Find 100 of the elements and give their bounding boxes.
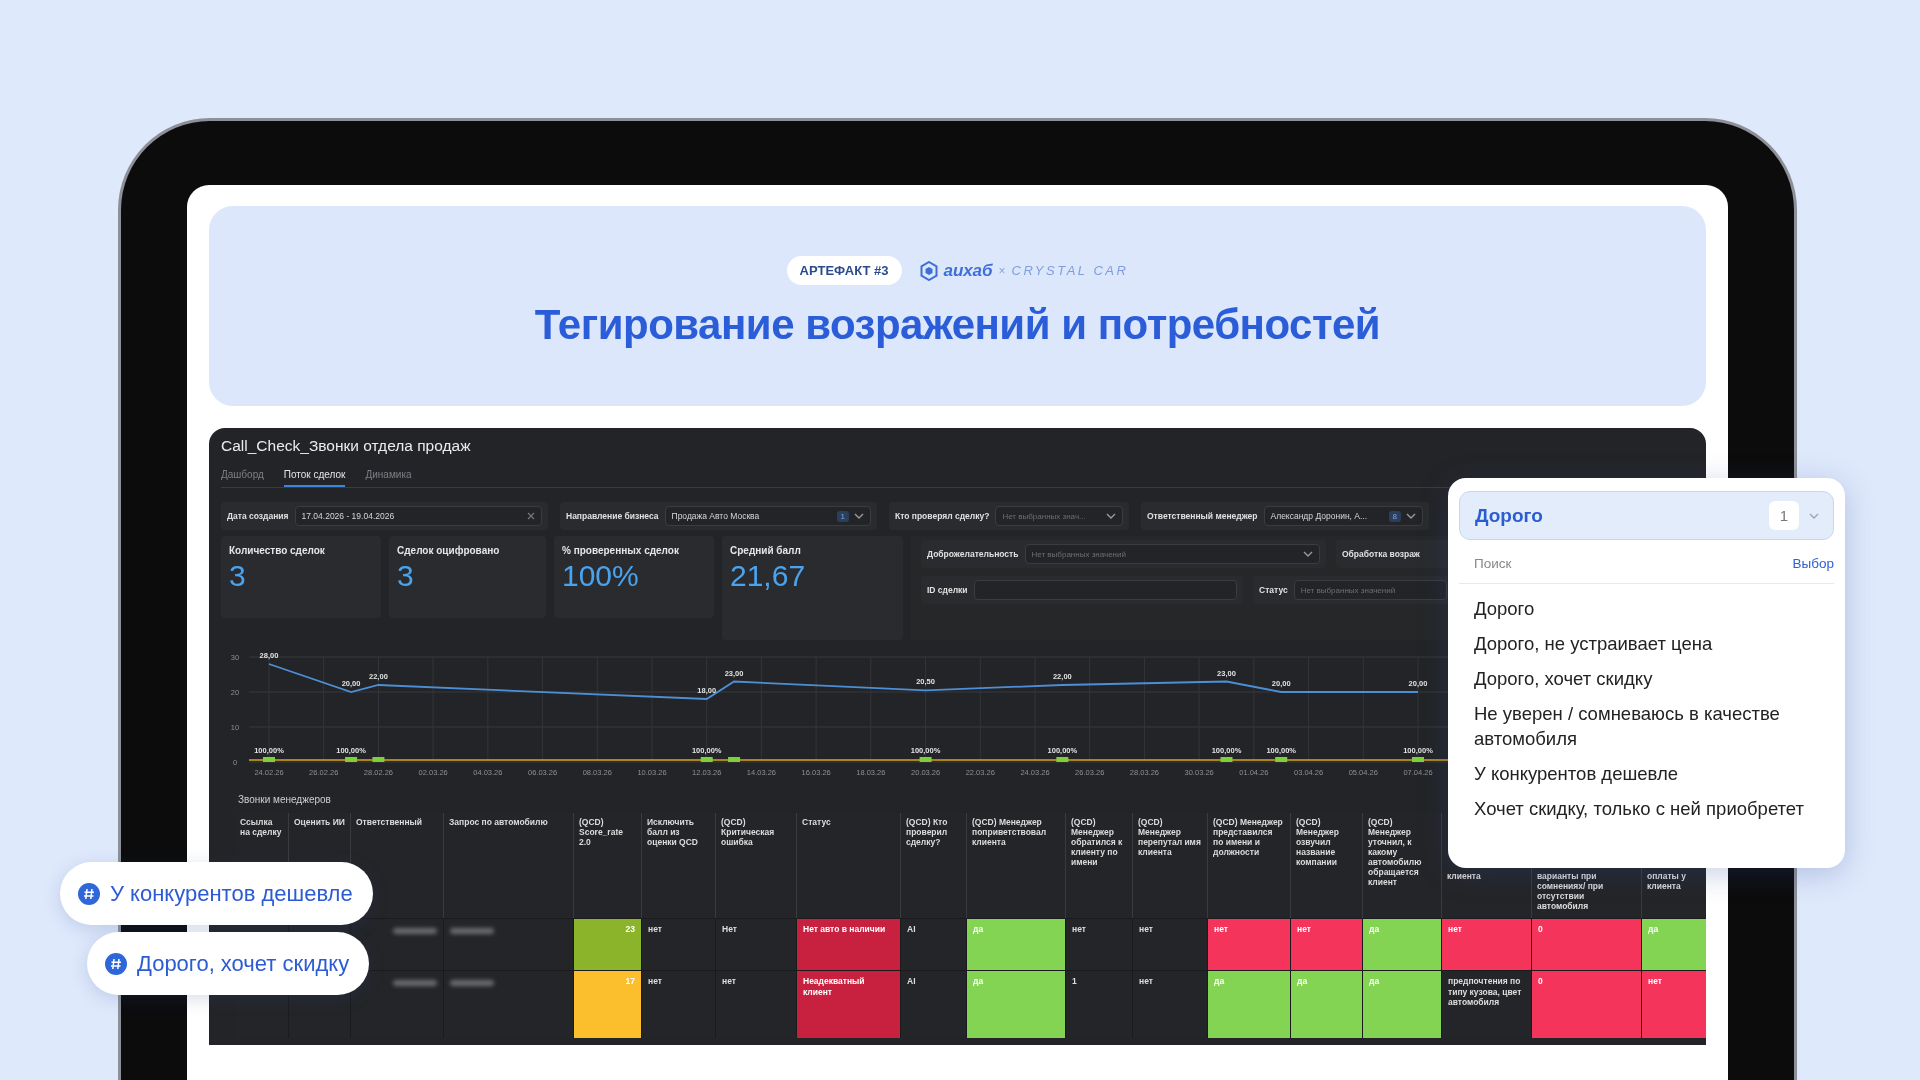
header-text: (QCD) Менеджер представился по имени и должности: [1213, 817, 1283, 857]
filter-label: ID сделки: [927, 585, 968, 595]
tab[interactable]: Дашборд: [221, 464, 264, 487]
header-text: (QCD) Менеджер уточнил, к какому автомобилю обращается клиент: [1368, 817, 1422, 887]
table-cell: AI: [901, 918, 967, 970]
table-cell: нет: [1066, 918, 1133, 970]
header-text: (QCD) Менеджер обратился к клиенту по имени: [1071, 817, 1123, 867]
dropdown-option[interactable]: Дорого, хочет скидку: [1474, 666, 1814, 691]
table-cell: нет: [642, 918, 716, 970]
dropdown-option[interactable]: Хочет скидку, только с ней приобретет: [1474, 796, 1814, 821]
table-cell: нет: [1133, 918, 1208, 970]
partner-name: CRYSTAL CAR: [1011, 263, 1129, 278]
hash-icon: [78, 882, 100, 905]
blurred-text: [393, 928, 437, 934]
header-text: Статус: [802, 817, 831, 827]
chevron-down-icon: [854, 513, 864, 519]
brand-name: аихаб: [943, 260, 993, 281]
table-cell: предпочтения по типу кузова, цвет автомобиля: [1442, 970, 1532, 1038]
table-cell: нет: [1208, 918, 1291, 970]
clear-icon: [527, 512, 535, 520]
kpi-value: 3: [397, 559, 415, 593]
count-badge: 1: [836, 510, 849, 522]
hash-icon: [105, 952, 127, 975]
dashboard-title: Call_Check_Звонки отдела продаж: [221, 436, 472, 456]
header-text: Оценить ИИ: [294, 817, 345, 827]
filter-label: Дата создания: [227, 511, 289, 521]
table-cell: нет: [716, 970, 797, 1038]
filter-label: Ответственный менеджер: [1147, 511, 1258, 521]
header-text: (QCD) Критическая ошибка: [721, 817, 775, 847]
table-cell: да: [1291, 970, 1363, 1038]
header-text: (QCD) Score_rate 2.0: [579, 817, 623, 847]
table-cell: 23: [574, 918, 642, 970]
page-title: Тегирование возражений и потребностей: [534, 301, 1381, 349]
table-cell: да: [1208, 970, 1291, 1038]
header-text: (QCD) Кто проверил сделку?: [906, 817, 948, 847]
select-field[interactable]: Александр Доронин, А... 8: [1263, 506, 1423, 526]
header-text: (QCD) Менеджер перепутал имя клиента: [1138, 817, 1201, 857]
table-cell: Нет: [716, 918, 797, 970]
header-text: Ответственный: [356, 817, 423, 827]
table-cell: 0: [1532, 918, 1642, 970]
header-text: (QCD) Менеджер поприветствовал клиента: [972, 817, 1047, 847]
blurred-text: [450, 928, 494, 934]
select-field[interactable]: Продажа Авто Москва 1: [664, 506, 871, 526]
filter-label: Доброжелательность: [927, 549, 1019, 559]
dropdown-option[interactable]: Дорого: [1474, 596, 1814, 621]
tab[interactable]: Поток сделок: [283, 464, 346, 487]
kpi-value: 21,67: [730, 559, 807, 593]
table-cell: да: [967, 970, 1066, 1038]
kpi-label: Сделок оцифровано: [397, 545, 501, 556]
filter-label: Кто проверял сделку?: [895, 511, 990, 521]
table-cell: да: [1363, 970, 1442, 1038]
table-cell: нет: [1133, 970, 1208, 1038]
table-cell: 1: [1066, 970, 1133, 1038]
dropdown-option[interactable]: Не уверен / сомневаюсь в качестве автомобиля: [1474, 701, 1814, 751]
dropdown-option[interactable]: У конкурентов дешевле: [1474, 761, 1814, 786]
header-text: Исключить балл из оценки QCD: [647, 817, 698, 847]
blurred-text: [450, 980, 494, 986]
table-cell: Нет авто в наличии: [797, 918, 901, 970]
header-text: Запрос по автомобилю: [449, 817, 548, 827]
hexagon-logo-icon: [919, 260, 938, 281]
kpi-value: 100%: [562, 559, 640, 593]
kpi-label: Средний балл: [730, 545, 802, 556]
dropdown-option[interactable]: Дорого, не устраивает цена: [1474, 631, 1814, 656]
count-badge: 1: [1769, 501, 1799, 530]
input-field[interactable]: [973, 580, 1237, 600]
chevron-down-icon: [1303, 551, 1313, 557]
date-field[interactable]: 17.04.2026 - 19.04.2026: [294, 506, 542, 526]
chevron-down-icon: [1406, 513, 1416, 519]
header-text: оплаты у клиента: [1647, 871, 1686, 891]
blurred-text: [393, 980, 437, 986]
header-text: (QCD) Менеджер озвучил название компании: [1296, 817, 1339, 867]
header-text: клиента: [1447, 871, 1481, 881]
kpi-label: Количество сделок: [229, 545, 326, 556]
table-cell: да: [967, 918, 1066, 970]
select-field[interactable]: Дорого 1: [1459, 491, 1834, 540]
chevron-down-icon: [1106, 513, 1116, 519]
table-cell: нет: [1442, 918, 1532, 970]
table-cell: AI: [901, 970, 967, 1038]
filter-label: Статус: [1259, 585, 1288, 595]
kpi-value: 3: [229, 559, 247, 593]
search-field[interactable]: Поиск: [1459, 556, 1793, 571]
select-link[interactable]: Выбор: [1792, 556, 1834, 571]
filter-label: Направление бизнеса: [566, 511, 659, 521]
tag-label: У конкурентов дешевле: [110, 880, 353, 907]
separator-text: ×: [998, 263, 1006, 278]
header-text: варианты при сомнениях/ при отсутствии автомобиля: [1537, 871, 1604, 911]
table-cell: да: [1363, 918, 1442, 970]
table-cell: 0: [1532, 970, 1642, 1038]
header-text: Ссылка на сделку: [240, 817, 282, 837]
table-cell: Неадекватный клиент: [797, 970, 901, 1038]
tab[interactable]: Динамика: [365, 464, 412, 487]
table-cell: нет: [642, 970, 716, 1038]
filter-label: Обработка возраж: [1342, 549, 1420, 559]
table-cell: да: [1642, 918, 1706, 970]
section-title: Звонки менеджеров: [237, 793, 331, 807]
badge: АРТЕФАКТ #3: [786, 256, 902, 285]
count-badge: 8: [1388, 510, 1401, 522]
table-cell: нет: [1642, 970, 1706, 1038]
table-cell: 17: [574, 970, 642, 1038]
tag-label: Дорого, хочет скидку: [137, 950, 350, 977]
